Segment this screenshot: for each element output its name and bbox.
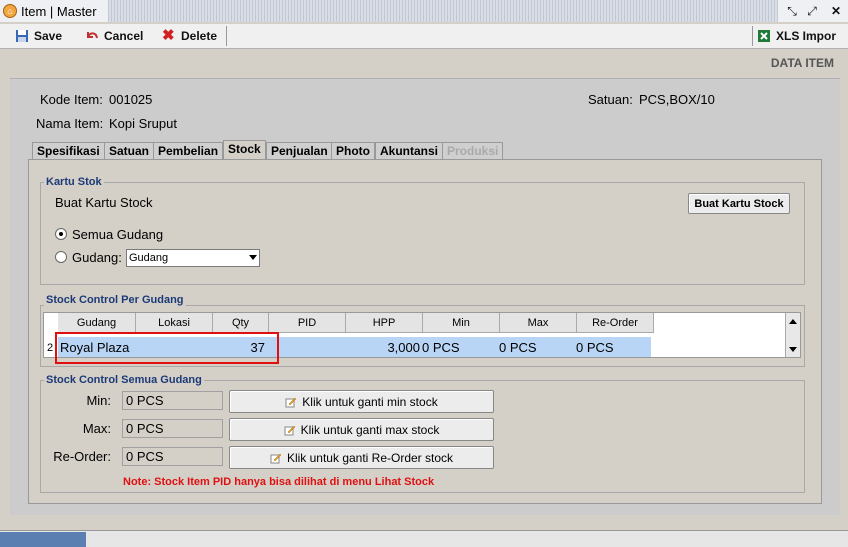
restore-icon[interactable]: ⤡ bbox=[784, 3, 800, 19]
tab-akuntansi[interactable]: Akuntansi bbox=[375, 142, 444, 159]
save-button[interactable]: Save bbox=[15, 26, 62, 46]
window-controls: ⤡ ⤢ ✕ bbox=[778, 0, 848, 22]
cancel-button[interactable]: Cancel bbox=[85, 26, 143, 46]
title-area: ⌂ Item | Master bbox=[0, 0, 108, 22]
per-gudang-legend: Stock Control Per Gudang bbox=[44, 294, 186, 306]
ganti-reorder-label: Klik untuk ganti Re-Order stock bbox=[286, 450, 454, 465]
semua-gudang-radio[interactable] bbox=[55, 228, 67, 240]
edit-icon bbox=[270, 453, 282, 463]
kode-item-value: 001025 bbox=[109, 92, 153, 107]
tab-pembelian[interactable]: Pembelian bbox=[153, 142, 224, 159]
dropdown-arrow-icon bbox=[249, 255, 257, 260]
scroll-down-icon[interactable] bbox=[789, 347, 797, 352]
save-label: Save bbox=[34, 29, 63, 43]
toolbar: Save Cancel ✖ Delete XLS Impor bbox=[0, 24, 848, 49]
window-title: Item | Master bbox=[21, 3, 97, 19]
ganti-min-label: Klik untuk ganti min stock bbox=[302, 394, 438, 409]
gudang-radio[interactable] bbox=[55, 251, 67, 263]
title-bar: ⌂ Item | Master ⤡ ⤢ ✕ bbox=[0, 0, 848, 22]
semua-gudang-label: Semua Gudang bbox=[72, 227, 164, 242]
section-title: DATA ITEM bbox=[770, 56, 834, 70]
kartu-stok-legend: Kartu Stok bbox=[44, 176, 104, 188]
close-icon[interactable]: ✕ bbox=[828, 3, 844, 19]
nama-item-label: Nama Item: bbox=[36, 116, 104, 131]
buat-kartu-stock-button[interactable]: Buat Kartu Stock bbox=[688, 193, 790, 214]
edit-icon bbox=[284, 425, 295, 435]
column-header-lokasi[interactable]: Lokasi bbox=[136, 313, 213, 333]
column-header-min[interactable]: Min bbox=[423, 313, 500, 333]
xls-import-label: XLS Impor bbox=[776, 29, 837, 43]
status-bar bbox=[0, 530, 848, 547]
nama-item-value: Kopi Sruput bbox=[109, 116, 177, 131]
highlight-box bbox=[55, 332, 279, 364]
ganti-max-label: Klik untuk ganti max stock bbox=[300, 422, 440, 437]
maximize-icon[interactable]: ⤢ bbox=[804, 3, 820, 19]
tab-photo[interactable]: Photo bbox=[331, 142, 375, 159]
column-header-pid[interactable]: PID bbox=[269, 313, 346, 333]
cell-max[interactable]: 0 PCS bbox=[499, 339, 537, 357]
column-header-max[interactable]: Max bbox=[500, 313, 577, 333]
row-index: 2 bbox=[47, 342, 54, 354]
gudang-label: Gudang: bbox=[72, 250, 122, 265]
undo-icon bbox=[87, 32, 98, 39]
scroll-up-icon[interactable] bbox=[789, 319, 797, 324]
grid-scrollbar[interactable] bbox=[785, 313, 800, 357]
gudang-select-value: Gudang bbox=[129, 252, 169, 264]
ganti-max-button[interactable]: Klik untuk ganti max stock bbox=[229, 418, 494, 441]
edit-icon bbox=[285, 397, 297, 407]
xls-import-button[interactable]: XLS Impor bbox=[757, 26, 836, 46]
cancel-label: Cancel bbox=[104, 29, 144, 43]
satuan-value: PCS,BOX/10 bbox=[639, 92, 715, 107]
min-field: 0 PCS bbox=[122, 391, 223, 410]
kode-item-label: Kode Item: bbox=[40, 92, 103, 107]
column-header-gudang[interactable]: Gudang bbox=[58, 313, 136, 333]
max-field: 0 PCS bbox=[122, 419, 223, 438]
column-header-hpp[interactable]: HPP bbox=[346, 313, 423, 333]
delete-button[interactable]: ✖ Delete bbox=[162, 26, 217, 46]
satuan-label: Satuan: bbox=[588, 92, 633, 107]
floppy-icon bbox=[16, 30, 28, 42]
cell-min[interactable]: 0 PCS bbox=[422, 339, 460, 357]
reorder-label: Re-Order: bbox=[53, 449, 111, 464]
tab-spesifikasi[interactable]: Spesifikasi bbox=[32, 142, 105, 159]
stock-pid-note: Note: Stock Item PID hanya bisa dilihat … bbox=[123, 476, 435, 488]
cell-hpp[interactable]: 3,000 bbox=[346, 339, 420, 357]
tab-satuan[interactable]: Satuan bbox=[104, 142, 155, 159]
status-panel bbox=[0, 532, 86, 547]
toolbar-divider bbox=[226, 26, 227, 46]
column-header-qty[interactable]: Qty bbox=[213, 313, 269, 333]
tab-penjualan[interactable]: Penjualan bbox=[266, 142, 333, 159]
delete-label: Delete bbox=[181, 29, 218, 43]
tab-produksi: Produksi bbox=[442, 142, 504, 159]
delete-x-icon: ✖ bbox=[162, 27, 175, 44]
max-label: Max: bbox=[82, 421, 111, 436]
cell-reorder[interactable]: 0 PCS bbox=[576, 339, 614, 357]
ganti-min-button[interactable]: Klik untuk ganti min stock bbox=[229, 390, 494, 413]
tab-stock[interactable]: Stock bbox=[223, 140, 266, 160]
column-header-reorder[interactable]: Re-Order bbox=[577, 313, 654, 333]
excel-icon bbox=[758, 30, 770, 42]
min-label: Min: bbox=[86, 393, 111, 408]
toolbar-divider bbox=[752, 26, 753, 46]
buat-kartu-text: Buat Kartu Stock bbox=[55, 195, 153, 210]
app-icon: ⌂ bbox=[3, 4, 17, 18]
ganti-reorder-button[interactable]: Klik untuk ganti Re-Order stock bbox=[229, 446, 494, 469]
semua-gudang-legend: Stock Control Semua Gudang bbox=[44, 374, 204, 386]
reorder-field: 0 PCS bbox=[122, 447, 223, 466]
gudang-select[interactable]: Gudang bbox=[126, 249, 260, 267]
